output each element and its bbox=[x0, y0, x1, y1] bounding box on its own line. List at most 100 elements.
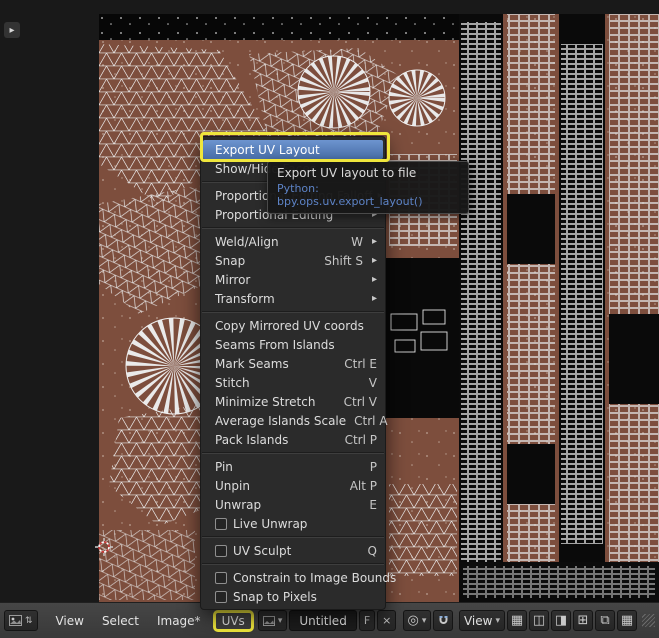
submenu-arrow-icon: ▸ bbox=[371, 255, 377, 266]
menu-item-shortcut: Q bbox=[367, 543, 377, 558]
menu-item-snap[interactable]: Snap Shift S ▸ bbox=[201, 251, 385, 270]
submenu-arrow-icon: ▸ bbox=[371, 236, 377, 247]
grid-icon: ▦ bbox=[620, 613, 634, 628]
close-icon: × bbox=[382, 614, 392, 627]
dropdown-arrow-icon: ▾ bbox=[421, 615, 427, 626]
menu-item-unpin[interactable]: Unpin Alt P bbox=[201, 476, 385, 495]
menu-item-transform[interactable]: Transform ▸ bbox=[201, 289, 385, 308]
menu-view[interactable]: View bbox=[47, 614, 91, 628]
browse-image-button[interactable]: ▾ bbox=[257, 610, 288, 631]
menu-item-label: Average Islands Scale bbox=[215, 413, 347, 428]
menu-item-mark-seams[interactable]: Mark Seams Ctrl E bbox=[201, 354, 385, 373]
dropdown-arrow-icon: ▾ bbox=[495, 615, 500, 626]
menu-item-shortcut: Ctrl V bbox=[343, 394, 377, 409]
scopes-button[interactable]: ◫ bbox=[529, 610, 549, 631]
menu-separator bbox=[202, 563, 384, 565]
image-name-value: Untitled bbox=[299, 613, 347, 628]
menu-item-pack-islands[interactable]: Pack Islands Ctrl P bbox=[201, 430, 385, 449]
new-window-button[interactable]: ⊞ bbox=[573, 610, 593, 631]
image-editor-icon bbox=[9, 615, 22, 626]
checkbox-icon bbox=[215, 517, 227, 530]
menu-item-weld-align[interactable]: Weld/Align W ▸ bbox=[201, 232, 385, 251]
menu-item-label: Snap to Pixels bbox=[233, 589, 317, 604]
menu-item-minimize-stretch[interactable]: Minimize Stretch Ctrl V bbox=[201, 392, 385, 411]
menu-image[interactable]: Image* bbox=[149, 614, 209, 628]
menu-item-label: Export UV Layout bbox=[215, 142, 320, 157]
header-right-cluster: ⊞ ⧉ ▦ bbox=[573, 610, 655, 631]
menu-select[interactable]: Select bbox=[94, 614, 147, 628]
image-icon bbox=[262, 615, 275, 626]
menu-item-mirror[interactable]: Mirror ▸ bbox=[201, 270, 385, 289]
menu-item-shortcut: Shift S bbox=[324, 253, 363, 268]
submenu-arrow-icon: ▸ bbox=[371, 274, 377, 285]
region-expand-arrow[interactable]: ▸ bbox=[4, 22, 20, 38]
menu-item-snap-to-pixels[interactable]: Snap to Pixels bbox=[201, 587, 385, 606]
menu-item-shortcut: Ctrl E bbox=[344, 356, 377, 371]
menu-item-label: Copy Mirrored UV coords bbox=[215, 318, 364, 333]
menu-item-shortcut: E bbox=[369, 497, 377, 512]
fake-user-label: F bbox=[363, 614, 371, 627]
menu-item-copy-mirrored-uv-coords[interactable]: Copy Mirrored UV coords bbox=[201, 316, 385, 335]
fake-user-button[interactable]: F bbox=[358, 610, 376, 631]
submenu-arrow-icon: ▸ bbox=[371, 293, 377, 304]
window-icon: ⊞ bbox=[577, 613, 589, 628]
unlink-image-button[interactable]: × bbox=[377, 610, 397, 631]
menu-uvs[interactable]: UVs bbox=[212, 609, 254, 632]
snap-toggle-button[interactable] bbox=[433, 610, 454, 631]
menu-item-label: Transform bbox=[215, 291, 275, 306]
image-name-field[interactable]: Untitled bbox=[289, 610, 357, 631]
copy-icon: ⧉ bbox=[600, 613, 610, 628]
checkbox-icon bbox=[215, 590, 227, 603]
resize-grip[interactable] bbox=[642, 614, 655, 627]
draw-channel-dropdown[interactable]: View ▾ bbox=[458, 610, 505, 631]
menu-item-shortcut: Ctrl P bbox=[344, 432, 377, 447]
grid-icon: ▦ bbox=[510, 613, 524, 628]
menu-item-shortcut: V bbox=[368, 375, 377, 390]
tooltip: Export UV layout to file Python: bpy.ops… bbox=[267, 161, 469, 214]
menu-item-label: Weld/Align bbox=[215, 234, 279, 249]
layers-icon: ◫ bbox=[532, 613, 546, 628]
draw-channel-value: View bbox=[463, 613, 493, 628]
menu-item-label: Stitch bbox=[215, 375, 250, 390]
2d-cursor bbox=[95, 538, 113, 556]
menu-separator bbox=[202, 227, 384, 229]
menu-item-label: Pin bbox=[215, 459, 233, 474]
menu-item-uv-sculpt[interactable]: UV Sculpt Q bbox=[201, 541, 385, 560]
menu-item-label: Unpin bbox=[215, 478, 250, 493]
checkbox-icon bbox=[215, 544, 227, 557]
menu-item-label: Constrain to Image Bounds bbox=[233, 570, 397, 585]
pivot-point-dropdown[interactable]: ◎ ▾ bbox=[402, 610, 432, 631]
menu-item-shortcut: P bbox=[369, 459, 377, 474]
pivot-icon: ◎ bbox=[407, 613, 419, 628]
display-options-button[interactable]: ◨ bbox=[551, 610, 571, 631]
blender-window: ▸ Export UV Layout Show/Hide Faces ▸ Pro… bbox=[0, 0, 659, 638]
menu-item-label: Pack Islands bbox=[215, 432, 289, 447]
menu-item-shortcut: Ctrl A bbox=[354, 413, 388, 428]
menu-item-pin[interactable]: Pin P bbox=[201, 457, 385, 476]
magnet-icon bbox=[439, 616, 448, 624]
menu-item-label: Live Unwrap bbox=[233, 516, 308, 531]
menu-item-export-uv-layout[interactable]: Export UV Layout bbox=[203, 140, 383, 159]
menu-separator bbox=[202, 311, 384, 313]
menu-item-label: Mirror bbox=[215, 272, 251, 287]
menu-item-constrain-to-image-bounds[interactable]: Constrain to Image Bounds bbox=[201, 568, 396, 587]
maximize-area-button[interactable]: ▦ bbox=[617, 610, 637, 631]
editor-type-button[interactable]: ⇅ bbox=[4, 610, 38, 631]
menu-separator bbox=[202, 452, 384, 454]
menu-item-average-islands-scale[interactable]: Average Islands Scale Ctrl A bbox=[201, 411, 388, 430]
menu-item-label: Mark Seams bbox=[215, 356, 289, 371]
menu-separator bbox=[202, 536, 384, 538]
render-slot-button[interactable]: ▦ bbox=[507, 610, 527, 631]
duplicate-area-button[interactable]: ⧉ bbox=[595, 610, 615, 631]
menu-item-stitch[interactable]: Stitch V bbox=[201, 373, 385, 392]
menu-item-unwrap[interactable]: Unwrap E bbox=[201, 495, 385, 514]
menu-item-label: Minimize Stretch bbox=[215, 394, 316, 409]
half-shade-icon: ◨ bbox=[554, 613, 568, 628]
menu-item-seams-from-islands[interactable]: Seams From Islands bbox=[201, 335, 385, 354]
updown-arrow-icon: ⇅ bbox=[25, 615, 33, 626]
tooltip-text: Export UV layout to file bbox=[277, 166, 417, 180]
menu-item-live-unwrap[interactable]: Live Unwrap bbox=[201, 514, 385, 533]
dropdown-arrow-icon: ▾ bbox=[277, 615, 283, 626]
checkbox-icon bbox=[215, 571, 227, 584]
menu-item-label: UV Sculpt bbox=[233, 543, 292, 558]
